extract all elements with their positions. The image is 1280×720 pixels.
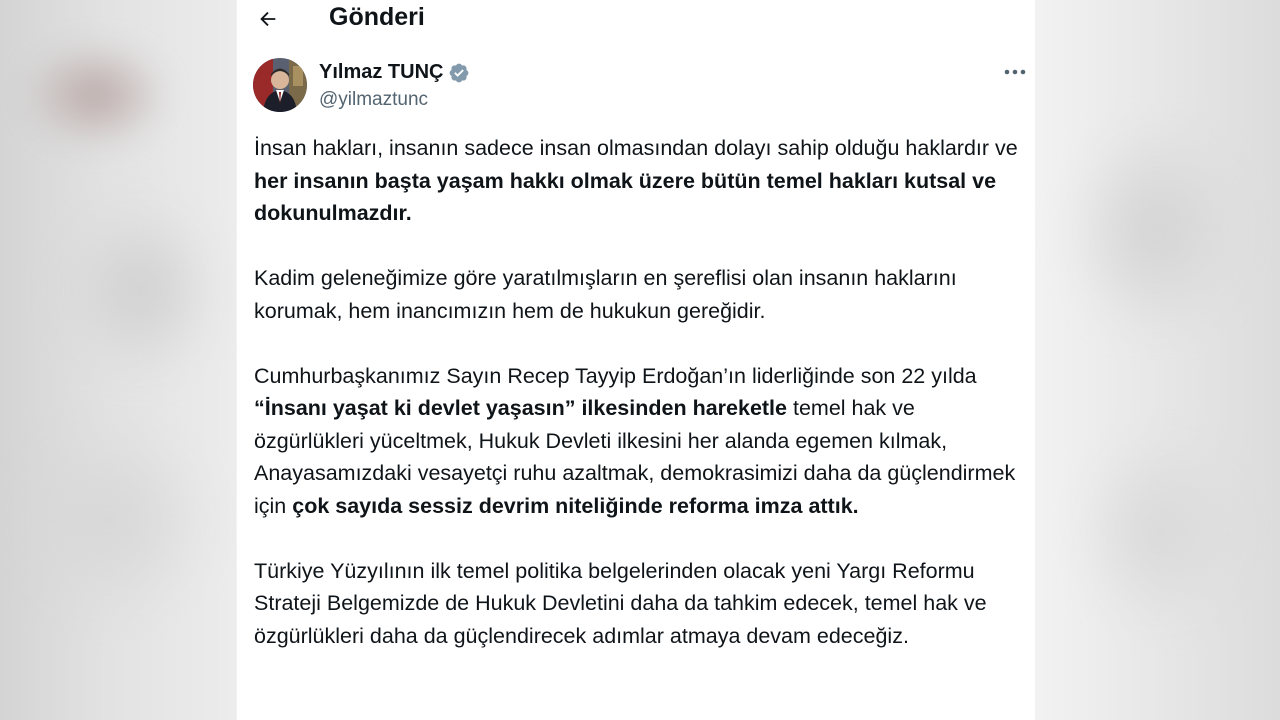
back-button[interactable]: [251, 2, 285, 36]
post-panel: Gönderi Yılmaz TUNÇ @yilmaztunc İnsan ha…: [236, 0, 1036, 720]
tweet-paragraph-3: Cumhurbaşkanımız Sayın Recep Tayyip Erdo…: [254, 363, 1016, 518]
verified-badge-icon: [448, 62, 470, 84]
avatar[interactable]: [253, 58, 307, 112]
arrow-left-icon: [260, 11, 276, 27]
user-handle[interactable]: @yilmaztunc: [319, 89, 428, 111]
tweet-paragraph-2: Kadim geleneğimize göre yaratılmışların …: [254, 266, 957, 323]
page-title: Gönderi: [329, 3, 425, 31]
name-row: Yılmaz TUNÇ: [319, 61, 470, 84]
more-options-button[interactable]: [997, 60, 1033, 84]
display-name[interactable]: Yılmaz TUNÇ: [319, 61, 443, 84]
tweet-text: İnsan hakları, insanın sadece insan olma…: [254, 132, 1024, 685]
page-header: Gönderi: [237, 0, 1037, 40]
tweet-paragraph-1: İnsan hakları, insanın sadece insan olma…: [254, 136, 1018, 225]
more-horizontal-icon: [1004, 69, 1026, 75]
author-row: Yılmaz TUNÇ @yilmaztunc: [253, 58, 1026, 114]
blurred-background-left: [0, 0, 236, 720]
tweet-paragraph-4: Türkiye Yüzyılının ilk temel politika be…: [254, 558, 987, 648]
blurred-background-right: [1036, 0, 1280, 720]
